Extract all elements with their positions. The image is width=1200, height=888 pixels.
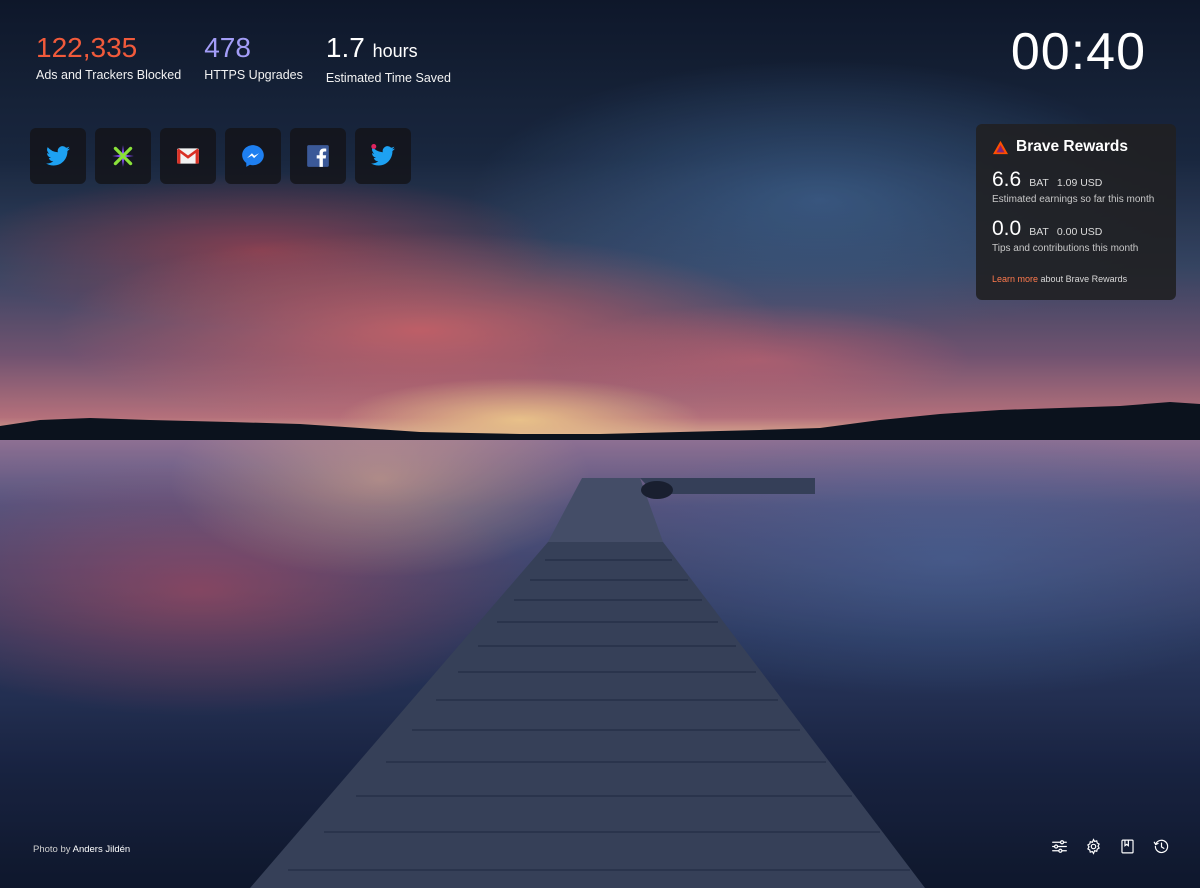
learn-more-link[interactable]: Learn more — [992, 274, 1038, 284]
history-button[interactable] — [1152, 837, 1170, 855]
settings-button[interactable] — [1084, 837, 1102, 855]
https-upgrades-label: HTTPS Upgrades — [204, 68, 303, 82]
twitter-icon — [46, 146, 70, 166]
bat-logo-icon — [993, 140, 1008, 154]
customize-icon — [1051, 839, 1067, 853]
top-site-facebook[interactable] — [290, 128, 346, 184]
brave-rewards-card: Brave Rewards 6.6 BAT 1.09 USD Estimated… — [976, 124, 1176, 300]
top-site-twitter-2[interactable] — [355, 128, 411, 184]
facebook-icon — [307, 145, 329, 167]
bookmarks-button[interactable] — [1118, 837, 1136, 855]
messenger-icon — [242, 145, 264, 167]
earnings-usd: 1.09 USD — [1056, 177, 1103, 189]
earnings-unit: BAT — [1029, 177, 1049, 189]
time-saved-label: Estimated Time Saved — [325, 71, 451, 85]
customize-button[interactable] — [1050, 837, 1068, 855]
tips-unit: BAT — [1029, 226, 1049, 238]
ads-blocked-count: 122,335 — [36, 32, 138, 63]
rewards-header: Brave Rewards — [992, 138, 1160, 156]
top-site-etrade[interactable] — [95, 128, 151, 184]
https-upgrades-count: 478 — [204, 32, 251, 63]
time-saved-value: 1.7 hours — [326, 32, 451, 67]
tips-usd: 0.00 USD — [1056, 226, 1103, 238]
tips-amount: 0.0 — [992, 217, 1022, 240]
tips-row: 0.0 BAT 0.00 USD Tips and contributions … — [992, 217, 1160, 254]
photo-credit: Photo by Anders Jildén — [33, 844, 130, 855]
ads-blocked-stat: 122,335 Ads and Trackers Blocked — [36, 32, 181, 85]
twitter-notification-icon — [371, 143, 395, 166]
earnings-amount: 6.6 — [992, 168, 1022, 191]
photo-credit-author[interactable]: Anders Jildén — [73, 844, 131, 855]
time-saved-unit: hours — [372, 41, 418, 61]
ads-blocked-label: Ads and Trackers Blocked — [36, 68, 182, 82]
time-saved-stat: 1.7 hours Estimated Time Saved — [326, 32, 451, 85]
clock: 00:40 — [1010, 23, 1146, 81]
top-site-gmail[interactable] — [160, 128, 216, 184]
top-site-twitter[interactable] — [30, 128, 86, 184]
learn-more-text: about Brave Rewards — [1040, 274, 1128, 284]
earnings-description: Estimated earnings so far this month — [992, 194, 1155, 205]
gmail-icon — [176, 148, 200, 164]
stats-bar: 122,335 Ads and Trackers Blocked 478 HTT… — [36, 32, 451, 85]
top-sites — [30, 128, 411, 184]
time-saved-number: 1.7 — [325, 32, 365, 63]
footer-actions — [1050, 837, 1170, 855]
top-site-messenger[interactable] — [225, 128, 281, 184]
learn-more: Learn more about Brave Rewards — [992, 274, 1127, 284]
bookmarks-icon — [1120, 839, 1134, 853]
rewards-title: Brave Rewards — [1016, 138, 1129, 155]
tips-description: Tips and contributions this month — [992, 243, 1139, 254]
etrade-icon — [112, 145, 134, 167]
history-icon — [1153, 839, 1168, 853]
https-upgrades-stat: 478 HTTPS Upgrades — [204, 32, 303, 85]
earnings-row: 6.6 BAT 1.09 USD Estimated earnings so f… — [992, 168, 1160, 205]
photo-credit-prefix: Photo by — [33, 844, 71, 855]
settings-icon — [1086, 837, 1100, 855]
